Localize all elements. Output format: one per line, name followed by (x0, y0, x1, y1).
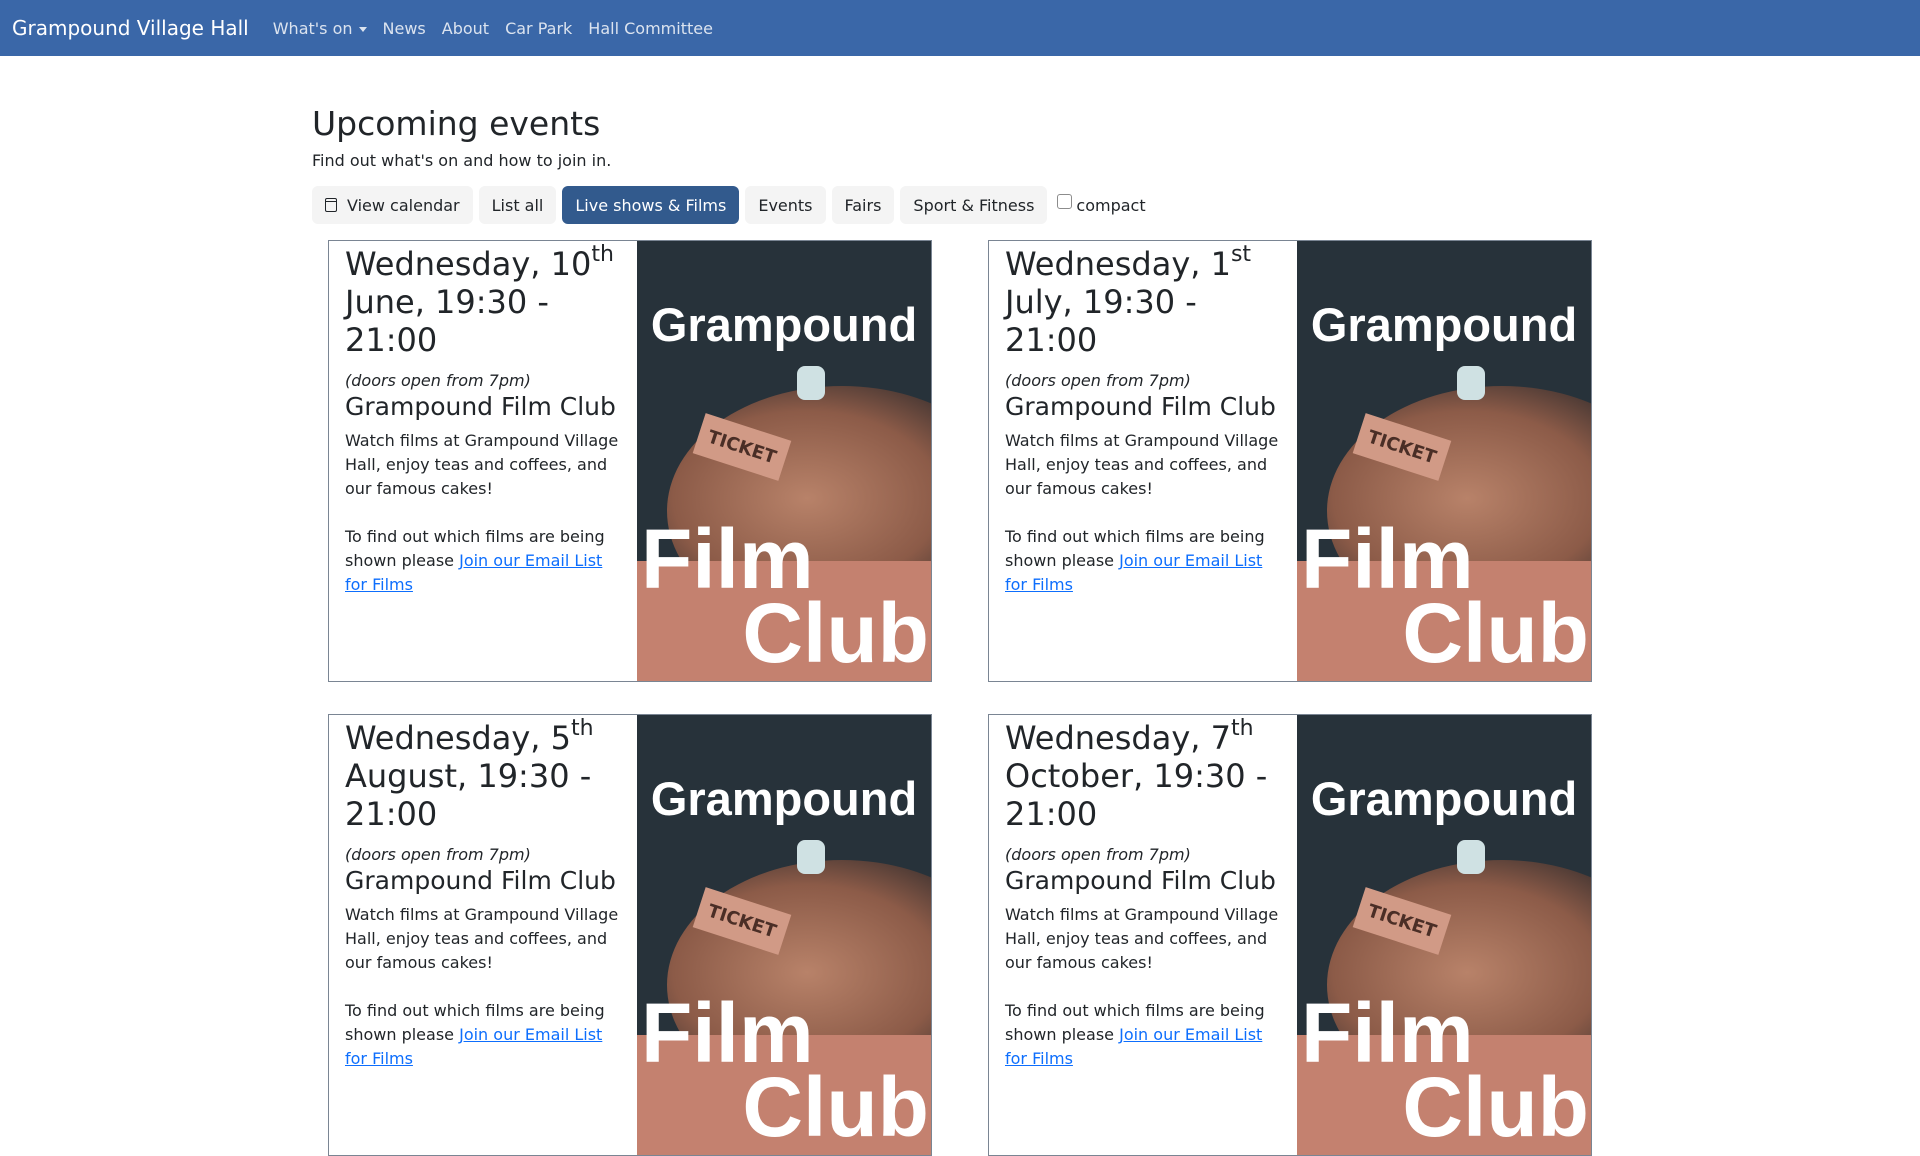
event-date-suffix: th (570, 716, 594, 741)
event-date-day: Wednesday, 5 (345, 719, 571, 757)
fairs-button[interactable]: Fairs (831, 186, 895, 224)
event-more-info: To find out which films are being shown … (345, 999, 629, 1071)
event-title: Grampound Film Club (345, 866, 616, 895)
event-date: Wednesday, 7th October, 19:30 - 21:00 (1005, 716, 1289, 834)
event-date-rest: October, 19:30 - 21:00 (1005, 757, 1268, 833)
event-title: Grampound Film Club (1005, 866, 1276, 895)
nav-car-park[interactable]: Car Park (505, 19, 572, 38)
poster-title-club: Club (1402, 1060, 1589, 1154)
event-date-day: Wednesday, 7 (1005, 719, 1231, 757)
event-card: Wednesday, 7th October, 19:30 - 21:00 (d… (988, 714, 1592, 1156)
event-date-rest: June, 19:30 - 21:00 (345, 283, 549, 359)
event-doors: (doors open from 7pm) (345, 371, 531, 390)
event-date-rest: July, 19:30 - 21:00 (1005, 283, 1197, 359)
compact-label: compact (1076, 195, 1146, 215)
event-card-text: Wednesday, 7th October, 19:30 - 21:00 (d… (989, 715, 1297, 1155)
nav-whats-on-label: What's on (272, 18, 353, 38)
event-more-info: To find out which films are being shown … (345, 525, 629, 597)
cup-graphic (1457, 366, 1485, 400)
event-title: Grampound Film Club (345, 392, 616, 421)
cup-graphic (1457, 840, 1485, 874)
page-lead: Find out what's on and how to join in. (312, 151, 612, 170)
event-card: Wednesday, 5th August, 19:30 - 21:00 (do… (328, 714, 932, 1156)
event-date-suffix: th (1230, 716, 1254, 741)
event-date: Wednesday, 10th June, 19:30 - 21:00 (345, 242, 629, 360)
page-title: Upcoming events (312, 104, 601, 143)
event-doors: (doors open from 7pm) (1005, 371, 1191, 390)
event-doors: (doors open from 7pm) (1005, 845, 1191, 864)
poster-title-top: Grampound (1310, 298, 1578, 351)
main-content: Upcoming events Find out what's on and h… (312, 56, 1608, 1156)
film-club-poster: TICKET Grampound Film Club (1297, 241, 1591, 681)
event-date: Wednesday, 5th August, 19:30 - 21:00 (345, 716, 629, 834)
event-card: Wednesday, 1st July, 19:30 - 21:00 (door… (988, 240, 1592, 682)
poster-title-club: Club (742, 586, 929, 680)
nav-hall-committee[interactable]: Hall Committee (588, 19, 713, 38)
brand-link[interactable]: Grampound Village Hall (12, 16, 249, 40)
nav-whats-on-dropdown[interactable]: What's on (273, 19, 367, 38)
event-doors: (doors open from 7pm) (345, 845, 531, 864)
event-card-text: Wednesday, 1st July, 19:30 - 21:00 (door… (989, 241, 1297, 681)
event-date-rest: August, 19:30 - 21:00 (345, 757, 592, 833)
event-description: Watch films at Grampound Village Hall, e… (1005, 431, 1279, 498)
film-club-poster: TICKET Grampound Film Club (637, 241, 931, 681)
event-date-suffix: th (591, 242, 614, 267)
poster-title-top: Grampound (650, 298, 918, 351)
calendar-icon (325, 198, 337, 212)
event-date-day: Wednesday, 1 (1005, 245, 1231, 283)
compact-toggle[interactable]: compact (1053, 193, 1146, 215)
filter-bar: View calendar List all Live shows & Film… (312, 186, 1608, 224)
poster-title-top: Grampound (650, 772, 918, 825)
view-calendar-label: View calendar (347, 195, 460, 215)
cup-graphic (797, 840, 825, 874)
poster-title-top: Grampound (1310, 772, 1578, 825)
film-club-poster: TICKET Grampound Film Club (1297, 715, 1591, 1155)
compact-checkbox[interactable] (1057, 193, 1073, 209)
sport-fitness-button[interactable]: Sport & Fitness (900, 186, 1048, 224)
nav-news[interactable]: News (383, 19, 426, 38)
event-card-text: Wednesday, 5th August, 19:30 - 21:00 (do… (329, 715, 637, 1155)
chevron-down-icon (358, 26, 367, 32)
event-date-day: Wednesday, 10 (345, 245, 592, 283)
event-date-suffix: st (1230, 242, 1252, 267)
navbar: Grampound Village Hall What's on News Ab… (0, 0, 1920, 56)
list-all-button[interactable]: List all (478, 186, 557, 224)
view-calendar-button[interactable]: View calendar (312, 186, 473, 224)
event-title: Grampound Film Club (1005, 392, 1276, 421)
event-card: Wednesday, 10th June, 19:30 - 21:00 (doo… (328, 240, 932, 682)
film-club-poster: TICKET Grampound Film Club (637, 715, 931, 1155)
poster-title-club: Club (742, 1060, 929, 1154)
event-description: Watch films at Grampound Village Hall, e… (1005, 905, 1279, 972)
event-more-info: To find out which films are being shown … (1005, 525, 1289, 597)
events-button[interactable]: Events (745, 186, 826, 224)
event-card-text: Wednesday, 10th June, 19:30 - 21:00 (doo… (329, 241, 637, 681)
live-shows-films-button[interactable]: Live shows & Films (562, 186, 740, 224)
event-more-info: To find out which films are being shown … (1005, 999, 1289, 1071)
nav-about[interactable]: About (442, 19, 489, 38)
event-description: Watch films at Grampound Village Hall, e… (345, 431, 619, 498)
event-date: Wednesday, 1st July, 19:30 - 21:00 (1005, 242, 1289, 360)
event-description: Watch films at Grampound Village Hall, e… (345, 905, 619, 972)
cup-graphic (797, 366, 825, 400)
poster-title-club: Club (1402, 586, 1589, 680)
